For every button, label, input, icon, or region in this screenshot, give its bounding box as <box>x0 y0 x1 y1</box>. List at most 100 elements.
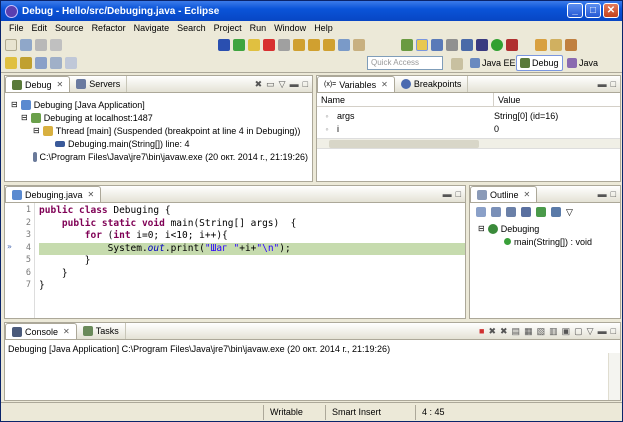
tab-outline[interactable]: Outline ✕ <box>470 186 538 202</box>
col-value-header[interactable]: Value <box>494 93 520 106</box>
word-wrap-icon[interactable]: ▧ <box>537 326 546 337</box>
save-icon[interactable] <box>20 39 32 51</box>
step-return-icon[interactable] <box>323 39 335 51</box>
step-into-icon[interactable] <box>293 39 305 51</box>
maximize-view-icon[interactable]: □ <box>611 189 616 199</box>
open-type-icon[interactable] <box>550 39 562 51</box>
view-menu-icon[interactable]: ▽ <box>566 207 573 218</box>
tree-row-process[interactable]: C:\Program Files\Java\jre7\bin\javaw.exe… <box>11 150 308 163</box>
collapse-all-icon[interactable] <box>476 207 486 217</box>
tree-row-thread[interactable]: ⊟ Thread [main] (Suspended (breakpoint a… <box>11 124 308 137</box>
highlight-icon[interactable] <box>416 39 428 51</box>
minimize-view-icon[interactable]: ▬ <box>443 189 452 199</box>
print-icon[interactable] <box>50 39 62 51</box>
previous-annotation-icon[interactable] <box>20 57 32 69</box>
save-all-icon[interactable] <box>35 39 47 51</box>
menu-project[interactable]: Project <box>210 23 246 33</box>
tab-console[interactable]: Console ✕ <box>5 323 77 339</box>
new-java-project-icon[interactable] <box>535 39 547 51</box>
outline-method-row[interactable]: main(String[]) : void <box>478 235 592 248</box>
skip-breakpoints-icon[interactable] <box>218 39 230 51</box>
menu-navigate[interactable]: Navigate <box>130 23 174 33</box>
close-icon[interactable]: ✕ <box>381 80 388 89</box>
toggle-breakpoint-icon[interactable] <box>401 39 413 51</box>
open-console-icon[interactable]: ▢ <box>574 326 583 337</box>
minimize-view-icon[interactable]: ▬ <box>598 189 607 199</box>
sort-icon[interactable] <box>491 207 501 217</box>
back-icon[interactable] <box>50 57 62 69</box>
tab-editor-debuging[interactable]: Debuging.java ✕ <box>5 186 102 202</box>
tab-debug[interactable]: Debug ✕ <box>5 76 71 92</box>
suspend-icon[interactable] <box>248 39 260 51</box>
col-name-header[interactable]: Name <box>317 93 494 106</box>
collapse-toggle-icon[interactable]: ⊟ <box>478 224 485 233</box>
menu-refactor[interactable]: Refactor <box>88 23 130 33</box>
tab-variables[interactable]: (x)= Variables ✕ <box>317 76 395 92</box>
hide-static-icon[interactable] <box>521 207 531 217</box>
tree-row-launch[interactable]: ⊟ Debuging [Java Application] <box>11 98 308 111</box>
menu-search[interactable]: Search <box>173 23 210 33</box>
remove-launch-icon[interactable]: ✖ <box>488 326 496 337</box>
collapse-icon[interactable]: ▭ <box>266 79 275 90</box>
minimize-view-icon[interactable]: ▬ <box>290 79 299 90</box>
clear-console-icon[interactable]: ▤ <box>512 326 521 337</box>
resume-icon[interactable] <box>233 39 245 51</box>
step-over-icon[interactable] <box>308 39 320 51</box>
outline-class-row[interactable]: ⊟ Debuging <box>478 222 592 235</box>
tab-tasks[interactable]: Tasks <box>77 323 126 339</box>
close-icon[interactable]: ✕ <box>88 190 95 199</box>
show-marks-icon[interactable] <box>461 39 473 51</box>
variable-row[interactable]: ◦ i 0 <box>317 122 620 135</box>
forward-icon[interactable] <box>65 57 77 69</box>
maximize-view-icon[interactable]: □ <box>456 189 461 199</box>
debug-icon[interactable] <box>476 39 488 51</box>
run-icon[interactable] <box>491 39 503 51</box>
maximize-button[interactable]: □ <box>585 3 601 18</box>
next-annotation-icon[interactable] <box>5 57 17 69</box>
menu-file[interactable]: File <box>5 23 28 33</box>
minimize-view-icon[interactable]: ▬ <box>598 79 607 89</box>
remove-launches-icon[interactable]: ✖ <box>255 79 263 90</box>
console-scrollbar[interactable] <box>608 353 620 400</box>
maximize-view-icon[interactable]: □ <box>303 79 308 90</box>
view-menu-icon[interactable]: ▽ <box>587 326 594 337</box>
menu-source[interactable]: Source <box>51 23 88 33</box>
horizontal-scrollbar[interactable] <box>317 138 620 149</box>
tab-servers[interactable]: Servers <box>70 76 128 92</box>
open-perspective-icon[interactable] <box>451 58 463 70</box>
tab-breakpoints[interactable]: Breakpoints <box>395 76 469 92</box>
scroll-lock-icon[interactable]: ▦ <box>524 326 533 337</box>
display-console-icon[interactable]: ▣ <box>562 326 571 337</box>
scrollbar-thumb[interactable] <box>329 140 479 148</box>
collapse-toggle-icon[interactable]: ⊟ <box>33 126 40 135</box>
hide-local-types-icon[interactable] <box>551 207 561 217</box>
menu-run[interactable]: Run <box>246 23 271 33</box>
external-tools-icon[interactable] <box>506 39 518 51</box>
tree-row-target[interactable]: ⊟ Debuging at localhost:1487 <box>11 111 308 124</box>
perspective-debug[interactable]: Debug <box>516 55 563 71</box>
hide-non-public-icon[interactable] <box>536 207 546 217</box>
maximize-view-icon[interactable]: □ <box>611 326 616 337</box>
disconnect-icon[interactable] <box>278 39 290 51</box>
last-edit-icon[interactable] <box>35 57 47 69</box>
new-icon[interactable] <box>5 39 17 51</box>
tree-row-frame[interactable]: Debuging.main(String[]) line: 4 <box>11 137 308 150</box>
minimize-view-icon[interactable]: ▬ <box>598 326 607 337</box>
perspective-java-ee[interactable]: Java EE <box>467 55 519 71</box>
use-step-filters-icon[interactable] <box>353 39 365 51</box>
collapse-toggle-icon[interactable]: ⊟ <box>21 113 28 122</box>
menu-window[interactable]: Window <box>270 23 310 33</box>
collapse-toggle-icon[interactable]: ⊟ <box>11 100 18 109</box>
remove-all-icon[interactable]: ✖ <box>500 326 508 337</box>
menu-help[interactable]: Help <box>310 23 337 33</box>
maximize-view-icon[interactable]: □ <box>611 79 616 89</box>
close-icon[interactable]: ✕ <box>524 190 531 199</box>
close-icon[interactable]: ✕ <box>63 327 70 336</box>
menu-edit[interactable]: Edit <box>28 23 52 33</box>
terminate-icon[interactable]: ■ <box>479 326 484 337</box>
open-task-icon[interactable] <box>565 39 577 51</box>
hide-fields-icon[interactable] <box>506 207 516 217</box>
perspective-java[interactable]: Java <box>564 55 601 71</box>
close-icon[interactable]: ✕ <box>57 80 64 89</box>
view-menu-icon[interactable]: ▽ <box>279 79 286 90</box>
